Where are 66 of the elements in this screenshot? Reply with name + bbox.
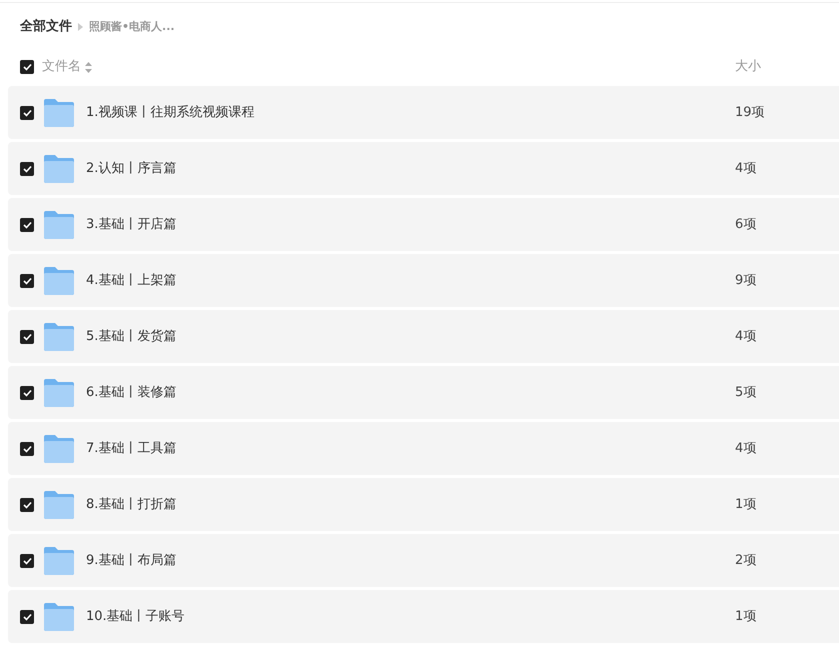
file-row[interactable]: 4.基础丨上架篇 9项 xyxy=(8,254,839,307)
checkmark-icon xyxy=(22,220,32,228)
folder-icon xyxy=(44,154,74,182)
item-count: 9项 xyxy=(735,272,758,290)
checkbox[interactable] xyxy=(20,386,34,400)
file-row[interactable]: 8.基础丨打折篇 1项 xyxy=(8,478,839,531)
breadcrumb-link[interactable]: 全部文件 xyxy=(20,17,72,37)
file-name[interactable]: 8.基础丨打折篇 xyxy=(86,494,176,514)
file-name[interactable]: 3.基础丨开店篇 xyxy=(86,214,176,234)
checkmark-icon xyxy=(22,276,32,284)
file-name[interactable]: 4.基础丨上架篇 xyxy=(86,270,176,290)
checkbox[interactable] xyxy=(20,330,34,344)
checkmark-icon xyxy=(22,332,32,340)
file-name[interactable]: 10.基础丨子账号 xyxy=(86,606,185,626)
item-count: 4项 xyxy=(735,160,758,178)
checkmark-icon xyxy=(22,612,32,620)
item-count: 5项 xyxy=(735,384,758,402)
item-count: 1项 xyxy=(735,496,758,514)
checkbox[interactable] xyxy=(20,162,34,176)
item-count: 6项 xyxy=(735,216,758,234)
item-count: 2项 xyxy=(735,552,758,570)
checkmark-icon xyxy=(22,500,32,508)
file-name[interactable]: 7.基础丨工具篇 xyxy=(86,438,176,458)
file-row[interactable]: 3.基础丨开店篇 6项 xyxy=(8,198,839,251)
checkbox[interactable] xyxy=(20,218,34,232)
file-row[interactable]: 6.基础丨装修篇 5项 xyxy=(8,366,839,419)
file-row[interactable]: 10.基础丨子账号 1项 xyxy=(8,590,839,643)
folder-icon xyxy=(44,490,74,518)
checkbox[interactable] xyxy=(20,274,34,288)
checkbox[interactable] xyxy=(20,106,34,120)
item-count: 1项 xyxy=(735,608,758,626)
folder-icon xyxy=(44,546,74,574)
file-name[interactable]: 2.认知丨序言篇 xyxy=(86,158,176,178)
checkmark-icon xyxy=(22,164,32,172)
file-name[interactable]: 6.基础丨装修篇 xyxy=(86,382,176,402)
file-name[interactable]: 1.视频课丨往期系统视频课程 xyxy=(86,102,254,122)
file-row[interactable]: 1.视频课丨往期系统视频课程 19项 xyxy=(8,86,839,139)
file-row[interactable]: 5.基础丨发货篇 4项 xyxy=(8,310,839,363)
checkmark-icon xyxy=(22,388,32,396)
checkmark-icon xyxy=(22,444,32,452)
item-count: 4项 xyxy=(735,328,758,346)
folder-icon xyxy=(44,378,74,406)
folder-icon xyxy=(44,322,74,350)
file-name[interactable]: 5.基础丨发货篇 xyxy=(86,326,176,346)
column-header: 大小 xyxy=(735,58,762,76)
chevron-icon xyxy=(78,23,83,31)
checkbox[interactable] xyxy=(20,498,34,512)
folder-icon xyxy=(44,210,74,238)
file-row[interactable]: 7.基础丨工具篇 4项 xyxy=(8,422,839,475)
checkmark-icon xyxy=(22,108,32,116)
checkbox[interactable] xyxy=(20,442,34,456)
checkmark-icon xyxy=(22,556,32,564)
item-count: 19项 xyxy=(735,104,766,122)
item-count: 4项 xyxy=(735,440,758,458)
folder-icon xyxy=(44,266,74,294)
file-name[interactable]: 9.基础丨布局篇 xyxy=(86,550,176,570)
folder-icon xyxy=(44,602,74,630)
checkbox[interactable] xyxy=(20,610,34,624)
folder-icon xyxy=(44,434,74,462)
file-row[interactable]: 2.认知丨序言篇 4项 xyxy=(8,142,839,195)
breadcrumb-item: 照顾酱•电商人... xyxy=(89,18,175,35)
checkmark-icon xyxy=(22,63,32,71)
checkbox[interactable] xyxy=(20,554,34,568)
folder-icon xyxy=(44,98,74,126)
file-row[interactable]: 9.基础丨布局篇 2项 xyxy=(8,534,839,587)
checkbox[interactable] xyxy=(20,60,34,74)
